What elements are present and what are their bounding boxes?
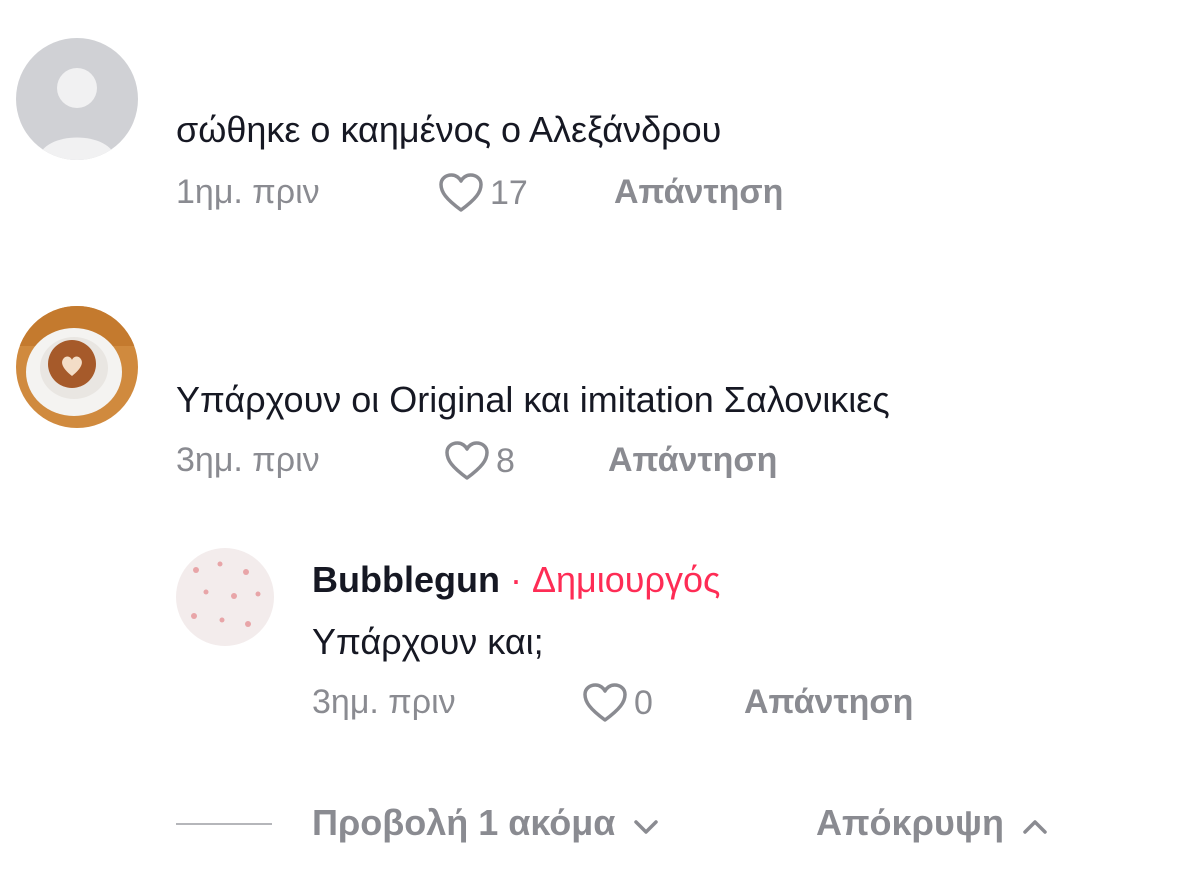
comment-text: σώθηκε ο καημένος ο Αλεξάνδρου — [176, 109, 722, 150]
reply-meta: 3ημ. πριν 0 Απάντηση — [312, 682, 1012, 726]
heart-icon — [444, 440, 490, 482]
reply-username[interactable]: Bubblegun — [312, 559, 500, 600]
replies-footer: Προβολή 1 ακόμα Απόκρυψη — [176, 800, 1176, 846]
reply-text: Υπάρχουν και; — [312, 621, 544, 662]
view-more-label: Προβολή 1 ακόμα — [312, 802, 616, 843]
like-count: 17 — [490, 174, 528, 212]
comment-timestamp: 3ημ. πριν — [176, 441, 320, 479]
like-count: 0 — [634, 684, 653, 722]
like-button[interactable]: 17 — [438, 172, 528, 214]
reply-button[interactable]: Απάντηση — [614, 172, 783, 212]
reply-timestamp: 3ημ. πριν — [312, 683, 456, 721]
chevron-down-icon — [633, 800, 659, 846]
comment-meta: 1ημ. πριν 17 Απάντηση — [176, 172, 876, 216]
creator-avatar[interactable] — [176, 548, 274, 646]
comment-meta: 3ημ. πριν 8 Απάντηση — [176, 440, 876, 484]
default-avatar[interactable] — [16, 38, 138, 160]
divider-line — [176, 823, 272, 825]
like-button[interactable]: 8 — [444, 440, 515, 482]
comment-text: Υπάρχουν οι Original και imitation Σαλον… — [176, 379, 890, 420]
hide-label: Απόκρυψη — [816, 802, 1004, 843]
hide-replies-button[interactable]: Απόκρυψη — [816, 800, 1048, 846]
creator-badge: · Δημιουργός — [509, 559, 721, 600]
heart-icon — [582, 682, 628, 724]
like-count: 8 — [496, 442, 515, 480]
chevron-up-icon — [1022, 800, 1048, 846]
reply-button[interactable]: Απάντηση — [608, 440, 777, 480]
user-avatar-coffee[interactable] — [16, 306, 138, 428]
reply-button[interactable]: Απάντηση — [744, 682, 913, 722]
view-more-replies-button[interactable]: Προβολή 1 ακόμα — [312, 800, 659, 846]
heart-icon — [438, 172, 484, 214]
comment-timestamp: 1ημ. πριν — [176, 173, 320, 211]
like-button[interactable]: 0 — [582, 682, 653, 724]
reply-username-row: Bubblegun · Δημιουργός — [312, 560, 720, 600]
